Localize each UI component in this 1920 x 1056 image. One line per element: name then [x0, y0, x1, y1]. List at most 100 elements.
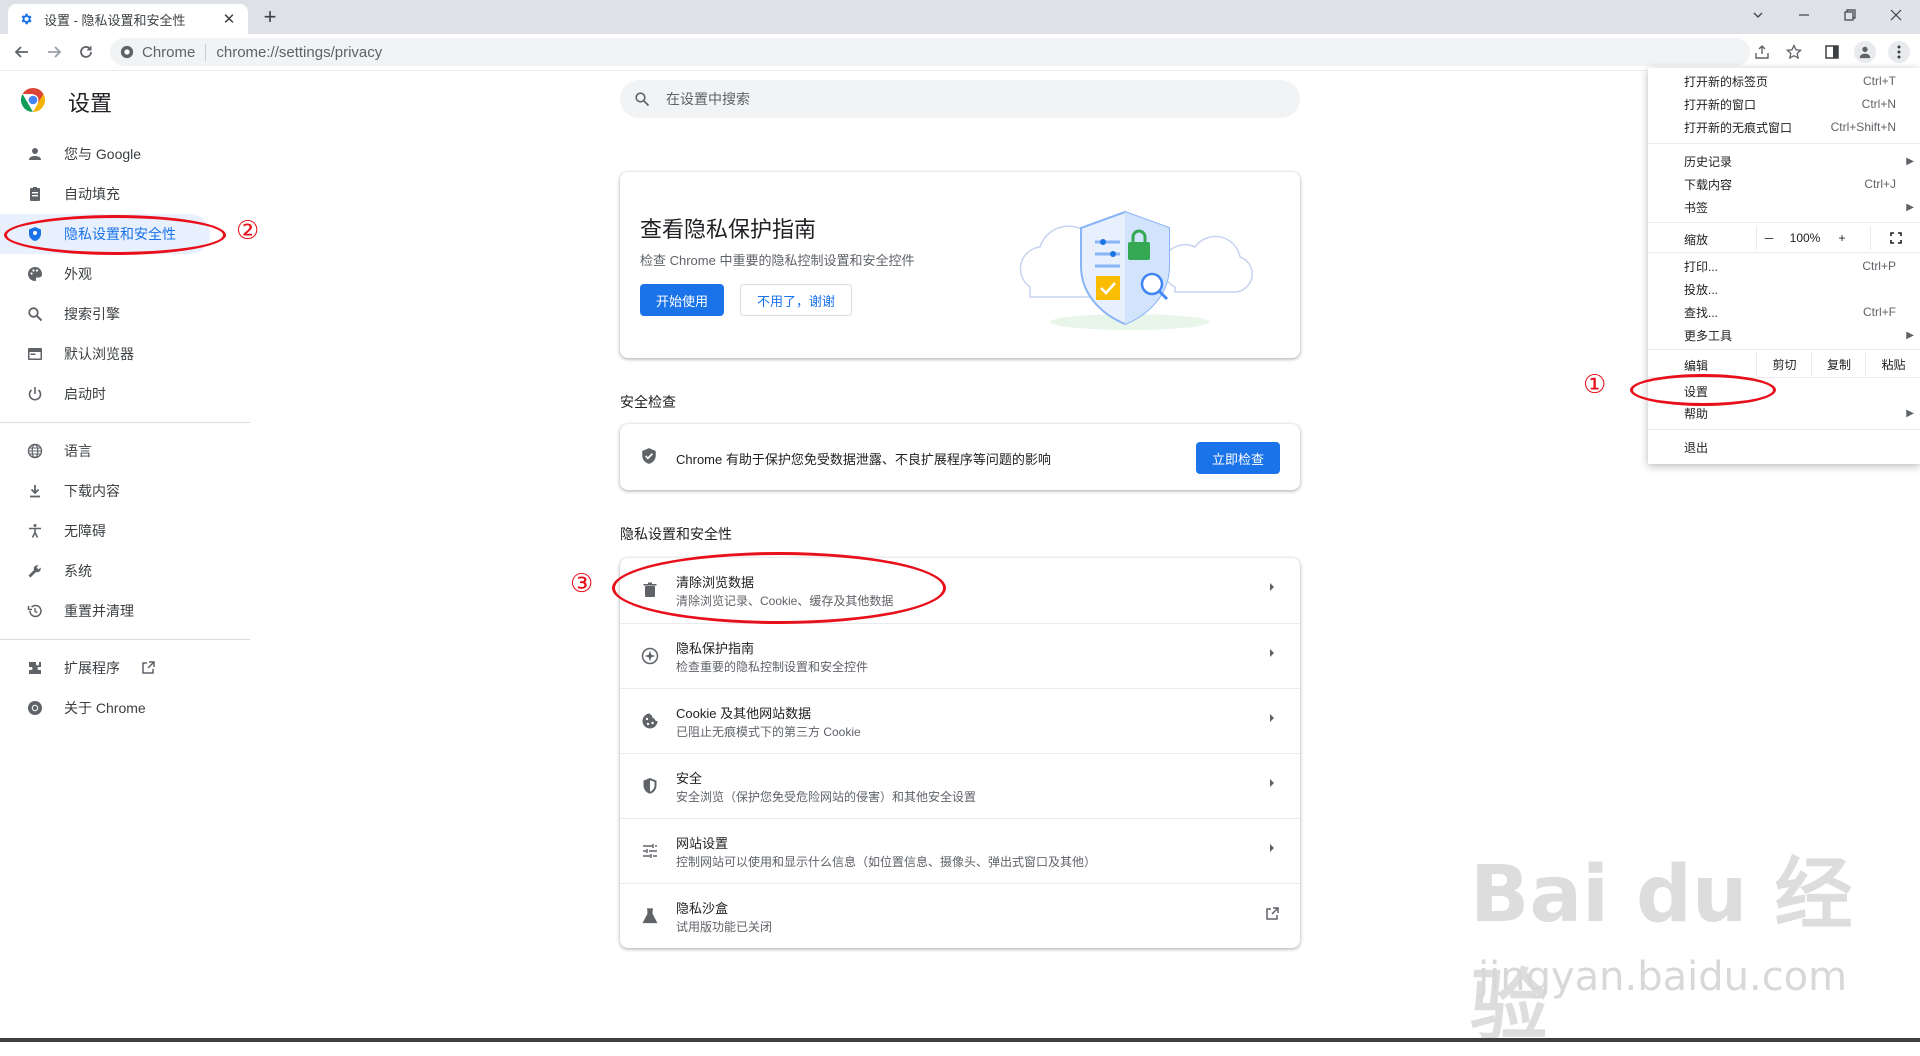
autofill-icon [26, 185, 44, 203]
sidebar-item-system[interactable]: 系统 [0, 551, 255, 591]
address-bar[interactable]: Chrome chrome://settings/privacy [110, 38, 1750, 66]
sidebar-item-default-browser[interactable]: 默认浏览器 [0, 334, 255, 374]
annotation-number-three: ③ [570, 569, 594, 599]
side-panel-icon[interactable] [1822, 42, 1842, 62]
cut-button[interactable]: 剪切 [1756, 352, 1812, 376]
tab-settings[interactable]: 设置 - 隐私设置和安全性 ✕ [8, 4, 248, 34]
chevron-right-icon [1268, 648, 1276, 658]
menu-label: 历史记录 [1684, 154, 1733, 169]
search-input[interactable] [664, 90, 1268, 108]
sidebar-item-label: 启动时 [64, 386, 106, 402]
annotation-number-one: ① [1583, 370, 1607, 400]
start-guide-button[interactable]: 开始使用 [640, 284, 724, 316]
privacy-guide-row[interactable]: 隐私保护指南 检查重要的隐私控制设置和安全控件 [620, 623, 1300, 688]
menu-item-more-tools[interactable]: 更多工具 ▶ [1648, 324, 1920, 346]
copy-button[interactable]: 复制 [1811, 352, 1866, 376]
chrome-icon [26, 699, 44, 717]
zoom-out-button[interactable]: － [1756, 226, 1781, 250]
chevron-right-icon [1268, 582, 1276, 592]
address-chip: Chrome [142, 43, 207, 61]
menu-zoom-row: 缩放 － 100% + [1648, 226, 1920, 250]
reload-icon[interactable] [74, 40, 98, 64]
sidebar-item-languages[interactable]: 语言 [0, 431, 255, 471]
annotation-ellipse-settings [1630, 374, 1776, 406]
download-icon [26, 482, 44, 500]
wrench-icon [26, 562, 44, 580]
bookmark-star-icon[interactable] [1784, 42, 1804, 62]
sidebar-item-label: 扩展程序 [64, 660, 120, 676]
sidebar-item-search-engine[interactable]: 搜索引擎 [0, 294, 255, 334]
safety-check-heading: 安全检查 [620, 394, 676, 410]
share-icon[interactable] [1752, 42, 1772, 62]
paste-button[interactable]: 粘贴 [1865, 352, 1920, 376]
sidebar-item-accessibility[interactable]: 无障碍 [0, 511, 255, 551]
back-icon[interactable] [10, 40, 34, 64]
search-icon [26, 305, 44, 323]
row-subtitle: 已阻止无痕模式下的第三方 Cookie [676, 725, 861, 739]
sidebar-divider [0, 639, 250, 640]
row-title: 安全 [676, 771, 703, 786]
chevron-right-icon [1268, 843, 1276, 853]
zoom-in-button[interactable]: + [1830, 226, 1854, 250]
menu-item-new-tab[interactable]: 打开新的标签页 Ctrl+T [1648, 70, 1920, 92]
tune-icon [640, 841, 660, 861]
cookies-row[interactable]: Cookie 及其他网站数据 已阻止无痕模式下的第三方 Cookie [620, 688, 1300, 753]
sidebar-item-label: 默认浏览器 [64, 346, 134, 362]
more-menu-icon[interactable] [1888, 41, 1910, 63]
menu-shortcut: Ctrl+J [1864, 177, 1896, 191]
privacy-sandbox-row[interactable]: 隐私沙盒 试用版功能已关闭 [620, 883, 1300, 948]
menu-item-new-window[interactable]: 打开新的窗口 Ctrl+N [1648, 93, 1920, 115]
fullscreen-icon[interactable] [1870, 226, 1920, 250]
zoom-level: 100% [1789, 231, 1821, 245]
minimize-icon[interactable] [1782, 0, 1826, 30]
sidebar-item-google[interactable]: 您与 Google [0, 134, 255, 174]
tab-close-icon[interactable]: ✕ [220, 10, 238, 28]
submenu-arrow-icon: ▶ [1906, 201, 1914, 213]
settings-search[interactable] [620, 80, 1300, 118]
sidebar-item-appearance[interactable]: 外观 [0, 254, 255, 294]
menu-item-exit[interactable]: 退出 [1648, 436, 1920, 458]
sidebar-item-label: 语言 [64, 443, 92, 459]
no-thanks-button[interactable]: 不用了，谢谢 [740, 284, 852, 316]
menu-edit-row: 编辑 剪切 复制 粘贴 [1648, 352, 1920, 376]
tab-search-icon[interactable] [1736, 0, 1780, 30]
submenu-arrow-icon: ▶ [1906, 155, 1914, 167]
sidebar-item-reset[interactable]: 重置并清理 [0, 591, 255, 631]
menu-shortcut: Ctrl+T [1863, 74, 1896, 88]
address-url[interactable]: chrome://settings/privacy [216, 44, 382, 61]
menu-shortcut: Ctrl+N [1861, 97, 1896, 111]
settings-title: 设置 [68, 91, 113, 116]
security-row[interactable]: 安全 安全浏览（保护您免受危险网站的侵害）和其他安全设置 [620, 753, 1300, 818]
sidebar-item-label: 重置并清理 [64, 603, 134, 619]
toolbar: Chrome chrome://settings/privacy [0, 34, 1920, 71]
restore-window-icon[interactable] [1828, 0, 1872, 30]
baidu-watermark: Bai du 经验 [1470, 850, 1853, 1052]
sidebar-item-label: 下载内容 [64, 483, 120, 499]
menu-item-downloads[interactable]: 下载内容 Ctrl+J [1648, 173, 1920, 195]
menu-label: 打开新的窗口 [1684, 97, 1757, 112]
menu-divider [1648, 252, 1920, 253]
menu-divider [1648, 349, 1920, 350]
menu-item-print[interactable]: 打印... Ctrl+P [1648, 255, 1920, 277]
security-shield-icon [640, 776, 660, 796]
menu-item-find[interactable]: 查找... Ctrl+F [1648, 301, 1920, 323]
check-now-button[interactable]: 立即检查 [1196, 442, 1280, 474]
sidebar-item-extensions[interactable]: 扩展程序 [0, 648, 255, 688]
site-settings-row[interactable]: 网站设置 控制网站可以使用和显示什么信息（如位置信息、摄像头、弹出式窗口及其他） [620, 818, 1300, 883]
sidebar-item-downloads[interactable]: 下载内容 [0, 471, 255, 511]
new-tab-button[interactable]: + [258, 5, 282, 29]
forward-icon[interactable] [42, 40, 66, 64]
annotation-number-two: ② [236, 216, 260, 246]
sidebar-item-startup[interactable]: 启动时 [0, 374, 255, 414]
row-subtitle: 检查重要的隐私控制设置和安全控件 [676, 660, 869, 674]
menu-label: 打开新的标签页 [1684, 74, 1769, 89]
menu-item-history[interactable]: 历史记录 ▶ [1648, 150, 1920, 172]
close-window-icon[interactable] [1874, 0, 1918, 30]
menu-item-incognito[interactable]: 打开新的无痕式窗口 Ctrl+Shift+N [1648, 116, 1920, 138]
sidebar-item-autofill[interactable]: 自动填充 [0, 174, 255, 214]
edit-label: 编辑 [1684, 359, 1709, 373]
menu-item-bookmarks[interactable]: 书签 ▶ [1648, 196, 1920, 218]
profile-avatar-icon[interactable] [1854, 41, 1876, 63]
menu-item-cast[interactable]: 投放... [1648, 278, 1920, 300]
sidebar-item-about[interactable]: 关于 Chrome [0, 688, 255, 728]
